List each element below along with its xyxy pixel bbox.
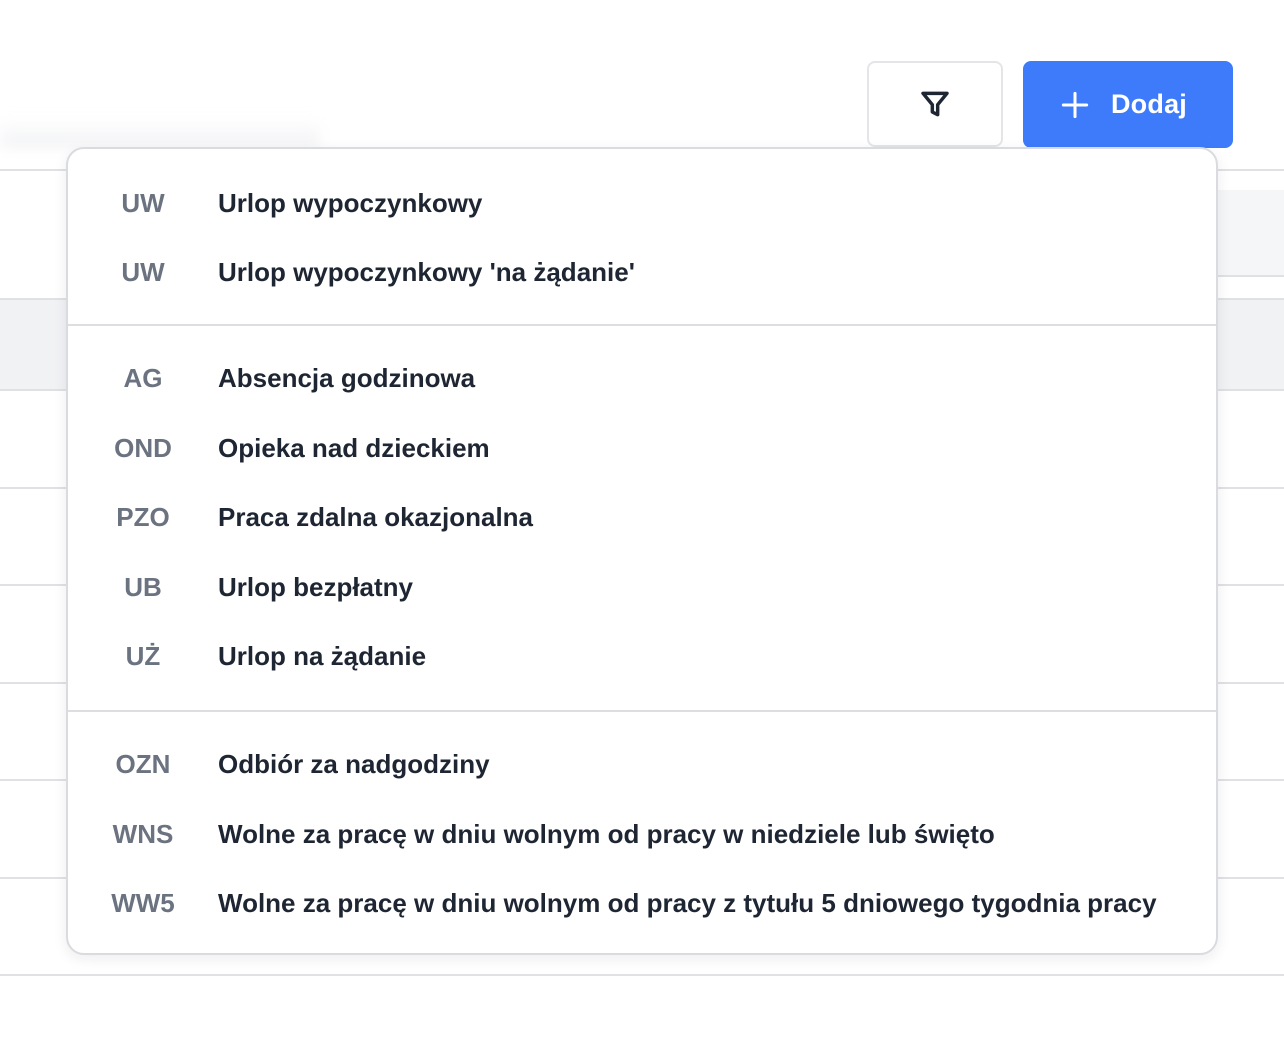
add-button-label: Dodaj: [1110, 89, 1187, 119]
menu-item-label: Urlop wypoczynkowy 'na żądanie': [218, 256, 635, 287]
plus-icon: [1061, 91, 1089, 119]
menu-item-code: UB: [124, 571, 162, 602]
filter-icon: [919, 88, 951, 120]
menu-item-code: OND: [114, 432, 172, 463]
absence-type-dropdown: UW Urlop wypoczynkowy UW Urlop wypoczynk…: [66, 147, 1218, 955]
menu-item-label: Absencja godzinowa: [218, 362, 476, 393]
menu-item-label: Urlop na żądanie: [218, 640, 427, 671]
menu-item-ag[interactable]: AG Absencja godzinowa: [68, 347, 1216, 409]
menu-item-uw-wypoczynkowy[interactable]: UW Urlop wypoczynkowy: [68, 172, 1216, 234]
menu-item-label: Urlop wypoczynkowy: [218, 187, 483, 218]
table-header-border: [1218, 275, 1284, 277]
menu-item-ub[interactable]: UB Urlop bezpłatny: [68, 556, 1216, 618]
menu-item-uw-na-zadanie[interactable]: UW Urlop wypoczynkowy 'na żądanie': [68, 241, 1216, 303]
menu-item-code: OZN: [115, 748, 171, 779]
table-header-shadow: [0, 118, 320, 148]
table-row-border: [0, 974, 1284, 976]
menu-item-code: UW: [121, 256, 165, 287]
menu-divider: [68, 324, 1216, 326]
menu-item-wns[interactable]: WNS Wolne za pracę w dniu wolnym od prac…: [68, 803, 1216, 865]
menu-item-label: Odbiór za nadgodziny: [218, 748, 490, 779]
menu-item-code: PZO: [116, 501, 170, 532]
menu-item-label: Praca zdalna okazjonalna: [218, 501, 534, 532]
menu-item-code: WNS: [112, 818, 174, 849]
menu-item-label: Urlop bezpłatny: [218, 571, 414, 602]
menu-item-code: UW: [121, 187, 165, 218]
menu-item-code: AG: [123, 362, 163, 393]
menu-item-ond[interactable]: OND Opieka nad dzieckiem: [68, 417, 1216, 479]
menu-divider: [68, 710, 1216, 712]
menu-item-label: Wolne za pracę w dniu wolnym od pracy w …: [218, 818, 995, 849]
table-header-cell: [1218, 190, 1284, 276]
menu-item-uz[interactable]: UŻ Urlop na żądanie: [68, 625, 1216, 687]
menu-item-code: WW5: [111, 887, 175, 918]
add-button[interactable]: Dodaj: [1023, 61, 1233, 148]
menu-item-label: Opieka nad dzieckiem: [218, 432, 490, 463]
menu-item-ww5[interactable]: WW5 Wolne za pracę w dniu wolnym od prac…: [68, 872, 1216, 934]
menu-item-pzo[interactable]: PZO Praca zdalna okazjonalna: [68, 486, 1216, 548]
menu-item-label: Wolne za pracę w dniu wolnym od pracy z …: [218, 887, 1157, 918]
filter-button[interactable]: [867, 61, 1003, 147]
menu-item-ozn[interactable]: OZN Odbiór za nadgodziny: [68, 733, 1216, 795]
menu-item-code: UŻ: [125, 640, 161, 671]
